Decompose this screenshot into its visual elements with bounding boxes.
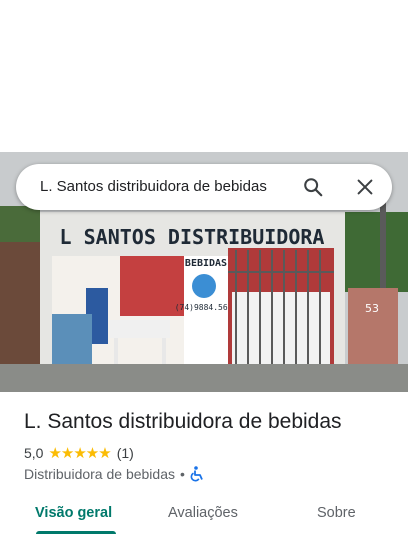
wheelchair-accessible-icon	[190, 466, 203, 482]
search-icon[interactable]	[302, 176, 324, 198]
active-tab-indicator	[36, 531, 116, 534]
sign-text: L SANTOS DISTRIBUIDORA	[60, 225, 325, 249]
tab-avaliacoes[interactable]: Avaliações	[168, 505, 238, 521]
bebidas-text: BEBIDAS	[185, 258, 227, 269]
rating-row[interactable]: 5,0 ★★★★★ (1)	[24, 444, 134, 462]
category-row: Distribuidora de bebidas •	[24, 465, 204, 483]
category-label[interactable]: Distribuidora de bebidas	[24, 466, 175, 482]
star-rating-icon: ★★★★★	[48, 445, 111, 462]
rating-value: 5,0	[24, 445, 44, 461]
tab-visao-geral[interactable]: Visão geral	[35, 505, 112, 521]
close-icon[interactable]	[354, 176, 376, 198]
search-input[interactable]: L. Santos distribuidora de bebidas	[40, 178, 267, 195]
tab-bar: Visão geral Avaliações Sobre	[0, 492, 408, 544]
review-count[interactable]: (1)	[117, 445, 134, 461]
search-bar[interactable]: L. Santos distribuidora de bebidas	[16, 164, 392, 210]
tab-sobre[interactable]: Sobre	[317, 505, 356, 521]
place-title: L. Santos distribuidora de bebidas	[24, 410, 342, 433]
separator-dot: •	[179, 466, 185, 482]
house-number: 53	[365, 302, 379, 315]
